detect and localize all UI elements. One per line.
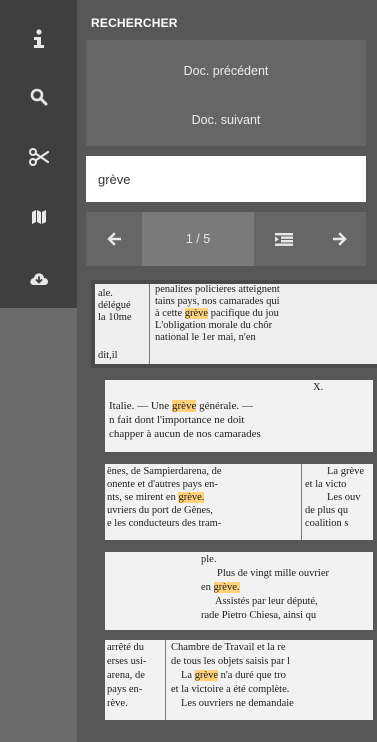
snippet-line: en grève.: [201, 582, 240, 593]
scissors-icon: [28, 148, 49, 166]
column-rule: [301, 464, 302, 540]
result-snippet[interactable]: arrêté du erses usi- arena, de pays en- …: [105, 640, 373, 720]
result-pager: 1 / 5: [86, 212, 366, 266]
snippet-line: Les ouv: [327, 492, 361, 503]
map-icon: [31, 210, 46, 224]
result-snippet[interactable]: ale. délégué la 10me dit,il penalites po…: [91, 280, 377, 368]
snippet-image: ple. Plus de vingt mille ouvrier en grèv…: [105, 552, 373, 630]
snippet-line: pays en-: [107, 684, 143, 695]
info-icon: [33, 29, 44, 48]
snippet-line: de tous les objets saisis par l: [171, 656, 290, 667]
snippet-image: ale. délégué la 10me dit,il penalites po…: [95, 284, 377, 364]
snippet-line: rève.: [107, 698, 128, 709]
snippet-line: rade Pietro Chiesa, ainsi qu: [201, 610, 317, 621]
snippet-line: Italie. — Une grève générale. —: [109, 400, 253, 412]
download-button[interactable]: [0, 248, 77, 310]
snippet-line: penalites policieres atteignent: [155, 284, 280, 295]
search-input[interactable]: [86, 156, 366, 202]
panel-title: RECHERCHER: [91, 16, 178, 30]
snippet-line: Les ouvriers ne demandaie: [181, 698, 294, 709]
snippet-image: ênes, de Sampierdarena, de onente et d'a…: [105, 464, 373, 540]
snippet-line: et la victoire a été complète.: [171, 684, 290, 695]
snippet-line: uvriers du port de Gênes,: [107, 505, 213, 516]
arrow-left-icon: [107, 232, 121, 246]
next-result-button[interactable]: [314, 212, 366, 266]
map-button[interactable]: [0, 186, 77, 248]
search-panel: RECHERCHER Doc. précédent Doc. suivant 1…: [77, 0, 377, 742]
column-rule: [149, 284, 150, 364]
snippet-line: L'obligation morale du chôr: [155, 320, 273, 331]
snippet-line: arena, de: [107, 670, 145, 681]
search-hit: grève: [171, 400, 197, 412]
search-button[interactable]: [0, 66, 77, 128]
search-hit: grève: [194, 670, 219, 681]
snippet-line: chapper à aucun de nos camarades: [109, 428, 261, 440]
clip-button[interactable]: [0, 126, 77, 188]
snippet-line: et la victo: [305, 479, 347, 490]
search-hit: grève.: [178, 492, 205, 503]
snippet-line: à cette grève pacifique du jou: [155, 308, 279, 319]
snippet-line: Plus de vingt mille ouvrier: [217, 568, 329, 579]
snippet-line: coalition s: [305, 518, 349, 529]
snippet-line: national le 1er mai, n'en: [155, 332, 256, 343]
prev-result-button[interactable]: [86, 212, 142, 266]
snippet-line: La grève: [327, 466, 365, 477]
cloud-download-icon: [29, 273, 48, 285]
snippet-line: n fait dont l'importance ne doit: [109, 414, 245, 426]
snippet-line: dit,il: [98, 350, 118, 361]
arrow-right-icon: [333, 232, 347, 246]
snippet-line: Assistés par leur député,: [215, 596, 318, 607]
result-list-button[interactable]: [254, 212, 314, 266]
snippet-line: tains pays, nos camarades qui: [155, 296, 280, 307]
next-doc-button[interactable]: Doc. suivant: [86, 93, 366, 146]
snippet-line: la 10me: [98, 312, 132, 323]
column-rule: [165, 640, 166, 720]
result-counter: 1 / 5: [142, 212, 254, 266]
snippet-line: arrêté du: [107, 642, 145, 653]
prev-doc-button[interactable]: Doc. précédent: [86, 44, 366, 97]
list-icon: [275, 232, 293, 246]
result-snippet[interactable]: X. Italie. — Une grève générale. — n fai…: [105, 380, 373, 452]
snippet-line: onente et d'autres pays en-: [107, 479, 218, 490]
snippet-line: e les conducteurs des tram-: [107, 518, 222, 529]
snippet-line: nts, se mirent en grève.: [107, 492, 205, 503]
search-hit: grève.: [213, 582, 240, 593]
snippet-line: ale.: [98, 288, 113, 299]
snippet-line: X.: [313, 382, 324, 393]
snippet-line: de plus qu: [305, 505, 349, 516]
search-icon: [30, 88, 47, 106]
snippet-line: Chambre de Travail et la re: [171, 642, 286, 653]
doc-nav-block: Doc. précédent Doc. suivant: [86, 40, 366, 146]
snippet-image: X. Italie. — Une grève générale. — n fai…: [105, 380, 373, 452]
search-hit: grève: [184, 308, 209, 319]
snippet-line: La grève n'a duré que tro: [181, 670, 286, 681]
snippet-line: ple.: [201, 554, 217, 565]
result-snippet[interactable]: ênes, de Sampierdarena, de onente et d'a…: [105, 464, 373, 540]
snippet-line: erses usi-: [107, 656, 147, 667]
snippet-image: arrêté du erses usi- arena, de pays en- …: [105, 640, 373, 720]
icon-rail: [0, 0, 77, 742]
result-snippet[interactable]: ple. Plus de vingt mille ouvrier en grèv…: [105, 552, 373, 630]
snippet-line: délégué: [98, 300, 131, 311]
snippet-line: ênes, de Sampierdarena, de: [107, 466, 222, 477]
info-button[interactable]: [0, 8, 77, 70]
